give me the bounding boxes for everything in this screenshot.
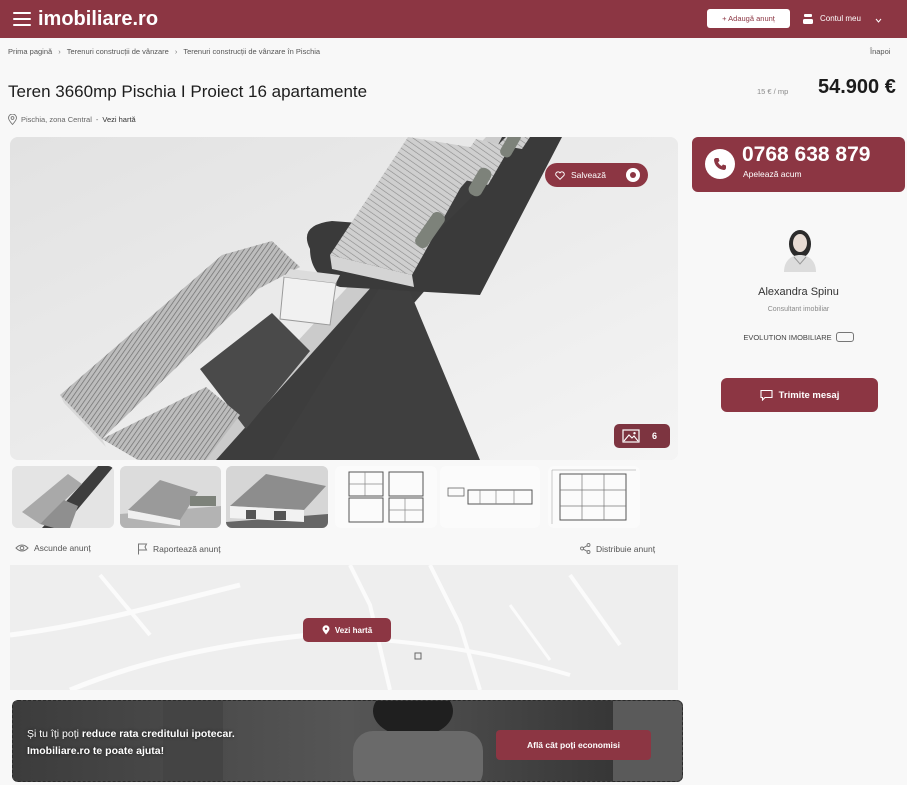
calculate-savings-button[interactable]: Află cât poți economisi (496, 730, 651, 760)
small-annex-building (279, 276, 337, 326)
listing-title: Teren 3660mp Pischia I Proiect 16 aparta… (8, 82, 368, 101)
listing-page: imobiliare.ro + Adaugă anunț Contul meu … (0, 0, 907, 785)
save-label: Salvează (571, 170, 606, 180)
map-pin-icon (8, 114, 17, 125)
thumbnail-5[interactable] (440, 466, 540, 528)
report-listing-label: Raportează anunț (153, 544, 221, 554)
phone-icon (714, 158, 726, 170)
send-message-label: Trimite mesaj (778, 389, 840, 401)
chevron-down-icon (875, 18, 882, 23)
agency-row[interactable]: EVOLUTION IMOBILIARE (692, 332, 905, 342)
save-button[interactable]: Salvează (545, 163, 648, 187)
share-listing-label: Distribuie anunț (596, 543, 656, 554)
breadcrumb-item-location[interactable]: Terenuri construcții de vânzare în Pisch… (183, 47, 320, 56)
thumbnail-image (226, 466, 328, 528)
hide-listing-label: Ascunde anunț (34, 543, 91, 553)
agent-role: Consultant imobiliar (767, 306, 830, 313)
user-icon (803, 14, 813, 24)
heart-icon (555, 170, 565, 180)
price-per-unit: 15 € / mp (757, 87, 789, 96)
eye-icon (15, 544, 29, 552)
photo-count-button[interactable]: 6 (614, 424, 670, 448)
listing-price: 54.900 € (818, 76, 896, 98)
share-icon (580, 543, 591, 554)
thumbnail-image (12, 466, 114, 528)
view-map-button[interactable]: Vezi hartă (303, 618, 391, 642)
thumbnail-image (120, 466, 221, 528)
back-link[interactable]: Înapoi (870, 47, 890, 56)
agency-badge-icon (835, 332, 854, 342)
thumbnail-2[interactable] (120, 466, 221, 528)
banner-text-highlight: reduce rata creditului ipotecar. (81, 728, 235, 740)
map-pin-icon (322, 625, 330, 635)
thumbnail-4[interactable] (335, 466, 437, 528)
phone-icon-circle (705, 149, 735, 179)
call-now-label: Apelează acum (743, 169, 802, 179)
agent-avatar (778, 224, 822, 272)
breadcrumb: Prima pagină › Terenuri construcții de vân… (8, 47, 320, 56)
add-listing-button[interactable]: + Adaugă anunț (707, 9, 790, 28)
floor-plan-image (548, 466, 640, 528)
location-separator: - (95, 115, 99, 124)
breadcrumb-separator: › (58, 47, 61, 56)
banner-text: Și tu îți poți reduce rata creditului ip… (27, 726, 235, 760)
location-text: Pischia, zona Central (21, 115, 92, 124)
mortgage-promo-banner[interactable]: Și tu îți poți reduce rata creditului ip… (12, 700, 683, 782)
share-listing-action[interactable]: Distribuie anunț (580, 543, 655, 554)
agency-name: EVOLUTION IMOBILIARE (743, 332, 832, 342)
view-map-link[interactable]: Vezi hartă (102, 115, 135, 124)
phone-number: 0768 638 879 (742, 143, 871, 166)
send-message-button[interactable]: Trimite mesaj (721, 378, 878, 412)
floor-plan-image (440, 466, 540, 528)
save-badge-icon (626, 168, 640, 182)
location-row: Pischia, zona Central - Vezi hartă (8, 114, 136, 125)
thumbnail-3[interactable] (226, 466, 328, 528)
banner-text-intro: Și tu îți poți (27, 728, 82, 740)
chat-icon (760, 389, 773, 401)
breadcrumb-item-category[interactable]: Terenuri construcții de vânzare (67, 47, 169, 56)
thumbnail-1[interactable] (12, 466, 114, 528)
report-listing-action[interactable]: Raportează anunț (137, 543, 221, 555)
agent-name: Alexandra Spinu (758, 286, 839, 298)
flag-icon (138, 543, 148, 555)
image-icon (622, 429, 640, 443)
site-logo[interactable]: imobiliare.ro (38, 8, 158, 31)
breadcrumb-separator: › (174, 47, 178, 56)
banner-text-line2: Imobiliare.ro te poate ajuta! (27, 745, 165, 757)
breadcrumb-item-home[interactable]: Prima pagină (8, 47, 52, 56)
account-label: Contul meu (820, 14, 861, 23)
view-map-label: Vezi hartă (334, 625, 373, 635)
top-navbar: imobiliare.ro + Adaugă anunț Contul meu (0, 0, 907, 38)
call-agent-card[interactable]: 0768 638 879 Apelează acum (692, 137, 905, 192)
menu-icon[interactable] (13, 12, 31, 26)
hide-listing-action[interactable]: Ascunde anunț (15, 543, 91, 553)
main-photo[interactable]: Salvează 6 (10, 137, 678, 460)
floor-plan-image (335, 466, 437, 528)
photo-count: 6 (652, 431, 658, 441)
thumbnail-6[interactable] (548, 466, 640, 528)
